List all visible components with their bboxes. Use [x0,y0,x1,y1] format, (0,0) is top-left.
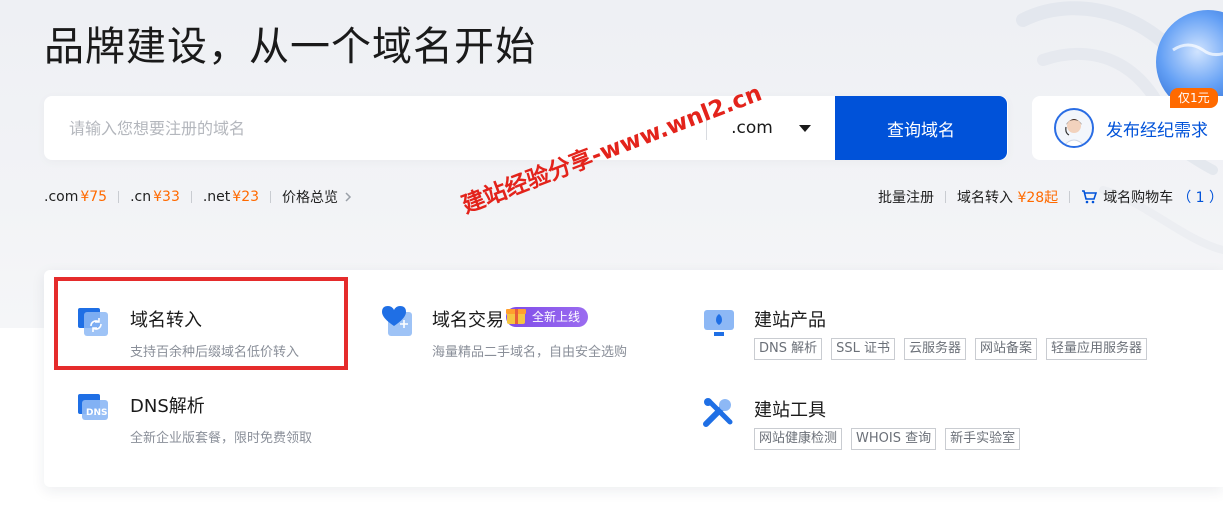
tag-whois[interactable]: WHOIS 查询 [851,428,937,450]
cart-label: 域名购物车 [1103,190,1174,206]
tag-lab[interactable]: 新手实验室 [945,428,1021,450]
price-item-com[interactable]: .com ¥75 [44,189,107,205]
caret-down-icon [798,124,811,132]
suffix-price: ¥75 [80,189,108,205]
domain-trade-icon [382,306,412,336]
transfer-price: ¥28起 [1017,190,1059,206]
tag-icp-filing[interactable]: 网站备案 [975,338,1038,360]
agent-avatar-icon [1054,108,1094,148]
broker-request-label: 发布经纪需求 [1106,120,1208,141]
tag-lighthouse[interactable]: 轻量应用服务器 [1046,338,1148,360]
page-title: 品牌建设，从一个域名开始 [44,24,536,70]
chevron-right-icon [345,192,352,202]
highlight-annotation-box [54,277,348,370]
transfer-link[interactable]: 域名转入 ¥28起 [957,187,1058,207]
bulk-register-link[interactable]: 批量注册 [878,187,934,207]
dns-icon: DNS [78,394,108,420]
service-description: 全新企业版套餐，限时免费领取 [130,431,313,446]
price-overview-label: 价格总览 [282,190,339,206]
query-domain-button[interactable]: 查询域名 [835,96,1007,160]
service-title: DNS解析 [130,396,205,417]
suffix-price-list: .com ¥75 .cn ¥33 .net ¥23 价格总览 [44,187,352,207]
site-products-icon [704,310,734,336]
service-title: 建站工具 [754,400,826,421]
cart-count: （ 1 ） [1177,190,1223,206]
svg-text:DNS: DNS [86,408,108,418]
promo-badge: 仅1元 [1170,88,1218,108]
service-title: 建站产品 [754,310,826,331]
price-item-cn[interactable]: .cn ¥33 [130,189,180,205]
suffix-label: .net [202,189,231,205]
divider [118,191,120,203]
tag-dns[interactable]: DNS 解析 [754,338,823,360]
cart-icon [1082,190,1098,204]
cart-link[interactable]: 域名购物车 （ 1 ） [1081,187,1223,207]
price-overview-link[interactable]: 价格总览 [282,187,352,207]
service-description: 海量精品二手域名，自由安全选购 [432,345,628,360]
suffix-select-value: .com [731,118,773,138]
suffix-price: ¥33 [153,189,180,205]
domain-quick-links: 批量注册 域名转入 ¥28起 域名购物车 （ 1 ） [878,187,1223,207]
site-products-tags: DNS 解析 SSL 证书 云服务器 网站备案 轻量应用服务器 [754,338,1148,360]
price-item-net[interactable]: .net ¥23 [203,189,259,205]
tag-cloud-server[interactable]: 云服务器 [904,338,967,360]
domain-search-bar: .com 查询域名 [44,96,1008,160]
new-launch-badge: 全新上线 [506,307,589,327]
new-launch-label: 全新上线 [532,310,581,324]
service-title: 域名交易 [432,310,504,331]
suffix-price: ¥23 [232,189,260,205]
tag-health-check[interactable]: 网站健康检测 [754,428,843,450]
suffix-label: .cn [130,189,152,205]
divider [945,191,946,203]
suffix-label: .com [44,189,79,205]
tools-icon [703,398,733,427]
site-tools-tags: 网站健康检测 WHOIS 查询 新手实验室 [754,428,1021,450]
transfer-link-label: 域名转入 [957,190,1013,206]
divider [270,191,272,203]
divider [190,191,192,203]
divider [1069,191,1071,203]
gift-icon [506,309,526,324]
tag-ssl[interactable]: SSL 证书 [831,338,896,360]
